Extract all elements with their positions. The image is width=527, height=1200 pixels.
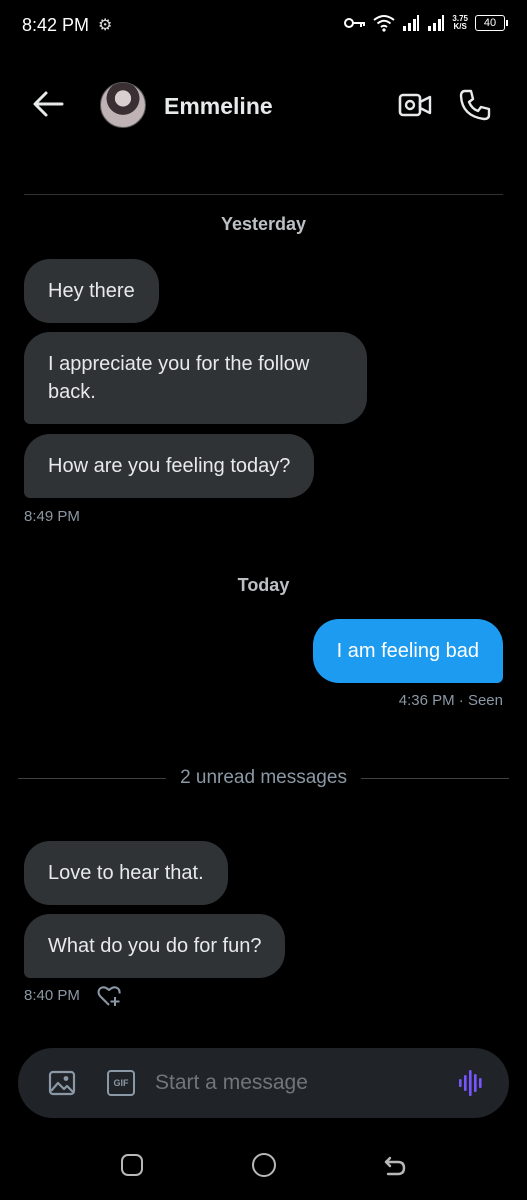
message-composer: GIF: [18, 1048, 509, 1118]
signal-1-icon: [403, 15, 420, 31]
image-icon[interactable]: [48, 1070, 76, 1096]
avatar[interactable]: [100, 82, 146, 128]
wifi-icon: [373, 15, 396, 32]
system-back-icon[interactable]: [382, 1152, 408, 1178]
status-time: 8:42 PM: [22, 15, 90, 35]
voice-message-icon[interactable]: [456, 1068, 488, 1098]
network-speed: 3.75 K/S: [452, 14, 468, 31]
recents-button[interactable]: [121, 1154, 143, 1176]
unread-count-label: 2 unread messages: [180, 767, 347, 788]
system-navigation-bar: [0, 1140, 527, 1190]
sent-message[interactable]: I am feeling bad: [312, 619, 503, 683]
status-icons: 3.75 K/S 40: [344, 14, 508, 32]
message-timestamp: 8:40 PM: [24, 987, 80, 1004]
received-message[interactable]: Love to hear that.: [24, 841, 228, 905]
divider-line: [360, 777, 510, 779]
vpn-key-icon: [344, 18, 366, 28]
message-timestamp: 8:49 PM: [24, 508, 80, 525]
settings-gear-icon: ⚙: [98, 17, 113, 34]
signal-2-icon: [428, 15, 445, 31]
add-reaction-icon[interactable]: [96, 984, 122, 1008]
video-call-icon[interactable]: [398, 90, 432, 120]
sent-status: 4:36 PM · Seen: [398, 692, 503, 709]
date-separator: Yesterday: [220, 214, 307, 234]
conversation-header: Emmeline: [0, 70, 527, 142]
date-separator: Today: [237, 575, 290, 595]
divider-line: [18, 777, 167, 779]
received-message[interactable]: Hey there: [24, 259, 159, 323]
contact-name[interactable]: Emmeline: [164, 93, 273, 120]
unread-divider: 2 unread messages: [18, 766, 510, 790]
header-divider: [24, 194, 503, 195]
message-input[interactable]: [155, 1068, 445, 1098]
gif-icon[interactable]: GIF: [107, 1070, 135, 1096]
received-message[interactable]: I appreciate you for the follow back.: [24, 332, 367, 424]
received-message[interactable]: What do you do for fun?: [24, 914, 286, 978]
battery-indicator: 40: [475, 15, 508, 31]
phone-call-icon[interactable]: [458, 88, 492, 122]
status-bar: 8:42 PM ⚙ 3.75 K/S 40: [0, 0, 527, 56]
received-message[interactable]: How are you feeling today?: [24, 434, 315, 498]
back-arrow-icon[interactable]: [30, 86, 66, 122]
home-button[interactable]: [252, 1153, 276, 1177]
